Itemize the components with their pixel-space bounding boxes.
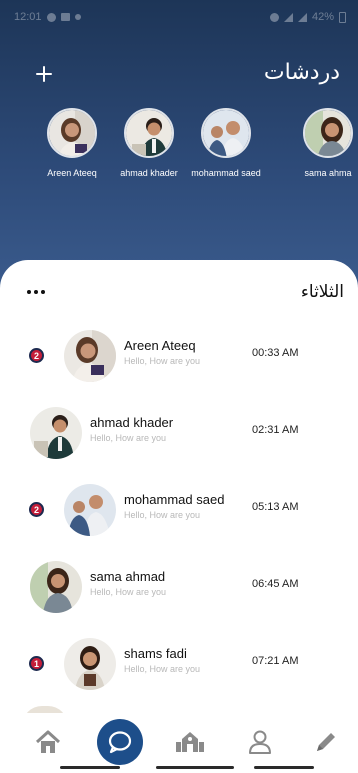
profile-nav-button[interactable]	[236, 719, 284, 765]
battery-percent: 42%	[311, 11, 334, 23]
chat-last-message: Hello, How are you	[124, 356, 201, 366]
chats-nav-button[interactable]	[96, 719, 144, 765]
sheet-header: الثلاثاء	[0, 282, 358, 308]
avatar	[124, 108, 174, 158]
chat-last-message: Hello, How are you	[124, 510, 201, 520]
status-left: 12:01	[14, 11, 81, 23]
active-nav-indicator	[97, 719, 143, 765]
chat-last-message: Hello, How are you	[90, 433, 167, 443]
unread-badge: 2	[29, 502, 44, 517]
avatar	[64, 484, 116, 536]
status-right: 42%	[269, 11, 346, 23]
chat-row[interactable]: ahmad khader Hello, How are you 02:31 AM	[0, 403, 358, 463]
home-nav-button[interactable]	[24, 719, 72, 765]
story-item[interactable]: sama ahma	[283, 108, 358, 178]
chat-name: Areen Ateeq	[124, 338, 196, 353]
school-icon	[176, 732, 204, 752]
more-dot	[41, 290, 45, 294]
story-item[interactable]: mohammad saed	[181, 108, 271, 178]
page-title: دردشات	[263, 60, 340, 85]
chat-bubble-icon	[108, 731, 132, 754]
chat-time: 02:31 AM	[252, 424, 299, 436]
more-dot	[34, 290, 38, 294]
chat-time: 07:21 AM	[252, 655, 299, 667]
chat-time: 05:13 AM	[252, 501, 299, 513]
edit-nav-button[interactable]	[302, 719, 350, 765]
message-icon	[60, 13, 70, 21]
system-nav-bar	[254, 766, 314, 769]
avatar	[303, 108, 353, 158]
unread-badge: 1	[29, 656, 44, 671]
story-name: sama ahma	[304, 168, 352, 178]
status-time: 12:01	[14, 11, 42, 23]
system-nav-bar	[60, 766, 120, 769]
system-nav-bar	[156, 766, 234, 769]
story-name: ahmad khader	[120, 168, 178, 178]
school-nav-button[interactable]	[166, 719, 214, 765]
chat-last-message: Hello, How are you	[90, 587, 167, 597]
header: دردشات	[0, 60, 358, 100]
pencil-icon	[317, 733, 335, 751]
avatar	[64, 330, 116, 382]
more-dot	[27, 290, 31, 294]
avatar	[64, 638, 116, 690]
home-icon	[35, 730, 61, 753]
battery-icon	[339, 11, 346, 23]
chats-screen: 12:01 42% دردشات Areen Ateeq ahmad khade…	[0, 0, 358, 773]
chat-last-message: Hello, How are you	[124, 664, 201, 674]
avatar	[30, 561, 82, 613]
person-icon	[249, 730, 271, 754]
chat-row[interactable]: 1 shams fadi Hello, How are you 07:21 AM	[0, 634, 358, 694]
stories-row[interactable]: Areen Ateeq ahmad khader mohammad saed s…	[0, 108, 358, 188]
status-bar: 12:01 42%	[0, 0, 358, 34]
story-name: mohammad saed	[191, 168, 261, 178]
avatar	[201, 108, 251, 158]
app-notification-icon	[74, 14, 81, 20]
avatar	[30, 407, 82, 459]
bottom-nav	[0, 713, 358, 773]
chat-name: shams fadi	[124, 646, 187, 661]
chat-name: ahmad khader	[90, 415, 174, 430]
chat-time: 06:45 AM	[252, 578, 299, 590]
signal-icon	[283, 12, 293, 22]
wifi-icon	[297, 12, 307, 22]
chat-name: sama ahmad	[90, 569, 166, 584]
chat-time: 00:33 AM	[252, 347, 299, 359]
unread-badge: 2	[29, 348, 44, 363]
chat-row[interactable]: sama ahmad Hello, How are you 06:45 AM	[0, 557, 358, 617]
add-chat-button[interactable]	[34, 64, 54, 84]
avatar	[47, 108, 97, 158]
more-options-button[interactable]	[27, 290, 45, 294]
notification-icon	[46, 12, 56, 22]
day-label: الثلاثاء	[300, 282, 344, 302]
alarm-icon	[269, 12, 279, 22]
chat-name: mohammad saed	[124, 492, 225, 507]
chat-row[interactable]: 2 mohammad saed Hello, How are you 05:13…	[0, 480, 358, 540]
story-name: Areen Ateeq	[47, 168, 97, 178]
chat-row[interactable]: 2 Areen Ateeq Hello, How are you 00:33 A…	[0, 326, 358, 386]
